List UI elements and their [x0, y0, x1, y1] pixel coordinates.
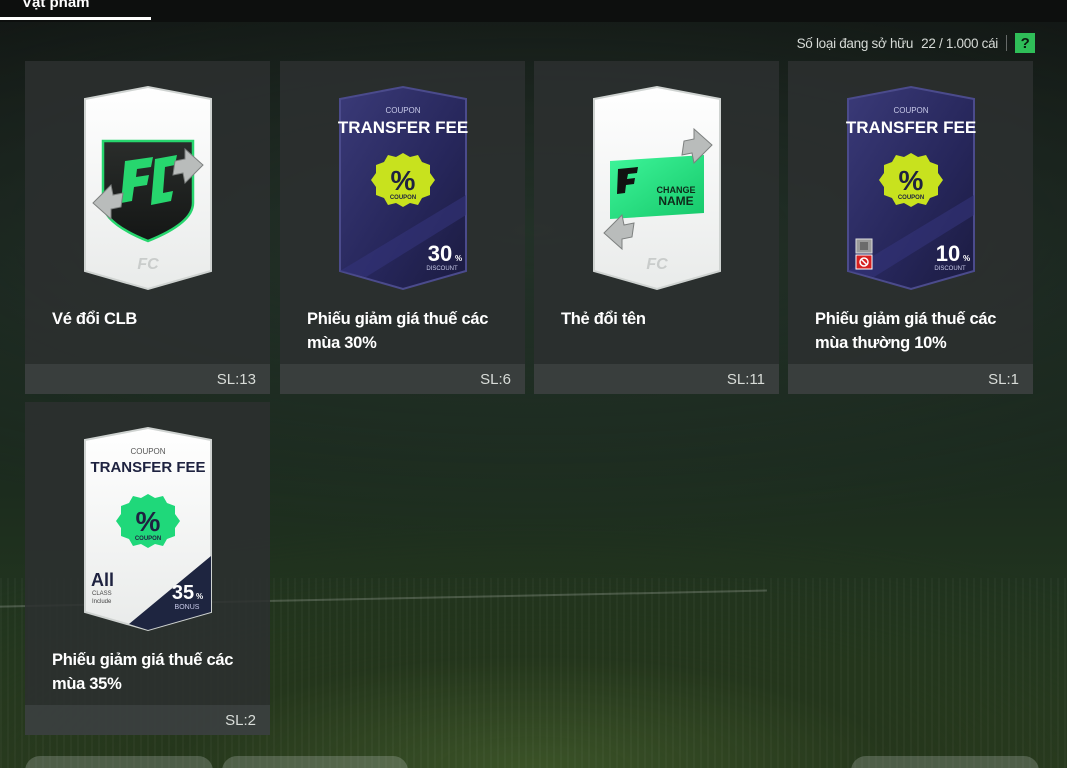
svg-text:10: 10	[936, 241, 960, 266]
item-quantity-bar: SL:1	[788, 364, 1033, 394]
transfer-fee-coupon-card-icon: COUPON TRANSFER FEE % COUPON 10 % DISCOU…	[846, 85, 976, 291]
item-name: Phiếu giảm giá thuế các mùa thường 10%	[815, 310, 997, 352]
svg-text:NAME: NAME	[658, 194, 693, 208]
item-quantity: SL:6	[480, 371, 511, 388]
tab-items-label: Vật phẩm	[22, 0, 90, 11]
item-tile[interactable]: COUPON TRANSFER FEE % COUPON 30 % DISCOU…	[280, 61, 525, 394]
tab-bar: Vật phẩm	[0, 0, 1067, 22]
svg-text:TRANSFER FEE: TRANSFER FEE	[338, 118, 468, 137]
svg-text:COUPON: COUPON	[135, 536, 161, 542]
bottom-action-button[interactable]	[25, 756, 213, 768]
item-quantity: SL:13	[216, 371, 256, 388]
bottom-action-button[interactable]	[851, 756, 1039, 768]
item-quantity-bar: SL:11	[534, 364, 779, 394]
item-tile[interactable]: FC Vé đổi CLB SL:13	[25, 61, 270, 394]
inventory-count-value: 22 / 1.000 cái	[921, 35, 998, 51]
svg-text:BONUS: BONUS	[175, 604, 200, 611]
svg-text:COUPON: COUPON	[390, 195, 416, 201]
svg-text:%: %	[136, 506, 161, 537]
item-quantity: SL:1	[988, 371, 1019, 388]
svg-text:TRANSFER FEE: TRANSFER FEE	[90, 459, 205, 476]
svg-text:FC: FC	[646, 256, 668, 273]
inventory-count: Số loại đang sở hữu 22 / 1.000 cái ?	[797, 32, 1035, 54]
svg-text:Include: Include	[92, 599, 112, 605]
svg-text:%: %	[455, 254, 462, 263]
item-quantity: SL:11	[726, 371, 765, 388]
item-name: Thẻ đổi tên	[561, 310, 646, 328]
svg-text:%: %	[196, 592, 203, 601]
bottom-action-button[interactable]	[222, 756, 408, 768]
svg-text:All: All	[91, 570, 114, 590]
inventory-count-label: Số loại đang sở hữu	[796, 35, 914, 51]
svg-text:CLASS: CLASS	[92, 591, 112, 597]
svg-text:DISCOUNT: DISCOUNT	[426, 266, 458, 272]
divider	[1006, 35, 1007, 51]
svg-text:35: 35	[172, 582, 194, 604]
item-name: Phiếu giảm giá thuế các mùa 35%	[52, 651, 234, 693]
club-transfer-ticket-card-icon: FC	[84, 85, 212, 291]
svg-text:DISCOUNT: DISCOUNT	[934, 266, 966, 272]
transfer-fee-coupon-light-card-icon: COUPON TRANSFER FEE % COUPON All CLASS I…	[84, 426, 212, 632]
tab-active-indicator	[0, 17, 151, 20]
svg-text:TRANSFER FEE: TRANSFER FEE	[846, 118, 976, 137]
help-button[interactable]: ?	[1015, 33, 1035, 53]
item-quantity: SL:2	[225, 712, 256, 729]
item-tile[interactable]: COUPON TRANSFER FEE % COUPON All CLASS I…	[25, 402, 270, 735]
svg-text:COUPON: COUPON	[385, 106, 420, 115]
svg-text:COUPON: COUPON	[130, 447, 165, 456]
svg-text:COUPON: COUPON	[893, 106, 928, 115]
item-name: Phiếu giảm giá thuế các mùa 30%	[307, 310, 489, 352]
svg-text:%: %	[963, 254, 970, 263]
item-quantity-bar: SL:2	[25, 705, 270, 735]
svg-text:COUPON: COUPON	[898, 195, 924, 201]
transfer-fee-coupon-card-icon: COUPON TRANSFER FEE % COUPON 30 % DISCOU…	[338, 85, 468, 291]
item-name: Vé đổi CLB	[52, 310, 138, 328]
svg-text:%: %	[391, 165, 416, 196]
svg-text:FC: FC	[137, 256, 159, 273]
item-tile[interactable]: COUPON TRANSFER FEE % COUPON 10 % DISCOU…	[788, 61, 1033, 394]
item-quantity-bar: SL:13	[25, 364, 270, 394]
item-quantity-bar: SL:6	[280, 364, 525, 394]
svg-text:30: 30	[428, 241, 452, 266]
tab-items[interactable]: Vật phẩm	[0, 0, 151, 20]
svg-text:%: %	[899, 165, 924, 196]
item-tile[interactable]: CHANGE NAME FC Thẻ đổi tên SL:11	[534, 61, 779, 394]
name-change-card-icon: CHANGE NAME FC	[593, 85, 721, 291]
